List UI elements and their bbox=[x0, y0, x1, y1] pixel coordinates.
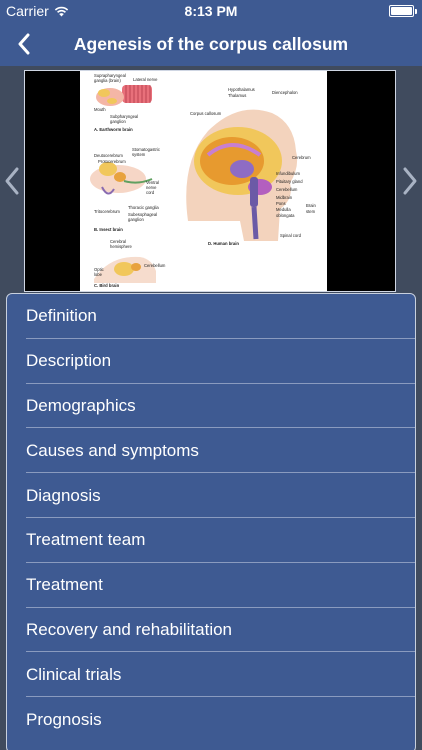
figure-label: Midbrain bbox=[276, 195, 293, 200]
figure-label: Spinal cord bbox=[280, 233, 302, 238]
figure-label: Diencephalon bbox=[272, 90, 298, 95]
image-carousel[interactable]: Suprapharyngeal ganglia (brain) Lateral … bbox=[24, 70, 396, 292]
figure-caption: A. Earthworm brain bbox=[94, 127, 133, 132]
menu-item-label: Treatment team bbox=[26, 530, 146, 550]
menu-item-label: Treatment bbox=[26, 575, 103, 595]
figure-caption: C. Bird brain bbox=[94, 283, 120, 288]
menu-item-recovery-and-rehabilitation[interactable]: Recovery and rehabilitation bbox=[7, 608, 415, 653]
menu-item-clinical-trials[interactable]: Clinical trials bbox=[7, 652, 415, 697]
carousel-next-button[interactable] bbox=[400, 166, 420, 196]
content-area: Suprapharyngeal ganglia (brain) Lateral … bbox=[0, 66, 422, 750]
menu-item-label: Clinical trials bbox=[26, 664, 122, 684]
figure-label: Brain bbox=[306, 203, 316, 208]
menu-item-diagnosis[interactable]: Diagnosis bbox=[7, 473, 415, 518]
menu-item-prognosis[interactable]: Prognosis bbox=[7, 697, 415, 742]
carousel-prev-button[interactable] bbox=[2, 166, 22, 196]
menu-item-treatment[interactable]: Treatment bbox=[7, 563, 415, 608]
figure-label: Hypothalamus bbox=[228, 87, 255, 92]
figure-label: Lateral nerve bbox=[133, 77, 158, 82]
earthworm-brain-panel: Suprapharyngeal ganglia (brain) Lateral … bbox=[94, 73, 158, 132]
figure-label: Thoracic ganglia bbox=[128, 205, 159, 210]
menu-item-label: Demographics bbox=[26, 395, 136, 415]
menu-item-label: Diagnosis bbox=[26, 485, 101, 505]
brain-diagram: Suprapharyngeal ganglia (brain) Lateral … bbox=[90, 73, 316, 288]
figure-label: Thalamus bbox=[228, 93, 246, 98]
figure-caption: B. Insect brain bbox=[94, 227, 123, 232]
battery-fill bbox=[391, 7, 412, 15]
menu-item-treatment-team[interactable]: Treatment team bbox=[7, 518, 415, 563]
figure-label: ganglia (brain) bbox=[94, 78, 121, 83]
figure-label: Mouth bbox=[94, 107, 106, 112]
figure-label: Cerebellum bbox=[144, 263, 166, 268]
menu-item-label: Recovery and rehabilitation bbox=[26, 619, 233, 639]
menu-item-description[interactable]: Description bbox=[7, 339, 415, 384]
topic-menu: Definition Description Demographics Caus… bbox=[6, 293, 416, 750]
chevron-left-icon bbox=[18, 33, 30, 55]
figure-label: Protocerebrum bbox=[98, 159, 126, 164]
figure-label: Pons bbox=[276, 201, 286, 206]
menu-item-demographics[interactable]: Demographics bbox=[7, 384, 415, 429]
navigation-bar: Agenesis of the corpus callosum bbox=[0, 22, 422, 66]
menu-item-definition[interactable]: Definition bbox=[7, 294, 415, 339]
menu-item-label: Prognosis bbox=[26, 709, 102, 729]
menu-item-causes-and-symptoms[interactable]: Causes and symptoms bbox=[7, 428, 415, 473]
figure-label: stem bbox=[306, 209, 316, 214]
figure-label: Cerebellum bbox=[276, 187, 298, 192]
figure-label: Pituitary gland bbox=[276, 179, 303, 184]
figure-label: hemisphere bbox=[110, 244, 133, 249]
figure-label: Corpus callosum bbox=[190, 111, 222, 116]
figure-label: Tritocerebrum bbox=[94, 209, 120, 214]
figure-label: ganglion bbox=[110, 119, 127, 124]
figure-label: lobe bbox=[94, 272, 103, 277]
status-bar: Carrier 8:13 PM bbox=[0, 0, 422, 22]
figure-label: Medulla bbox=[276, 207, 291, 212]
figure-caption: D. Human brain bbox=[208, 241, 239, 246]
figure-label: Cerebrum bbox=[292, 155, 311, 160]
battery-icon bbox=[389, 5, 417, 17]
menu-item-label: Description bbox=[26, 351, 112, 371]
insect-brain-panel: Deutocerebrum Protocerebrum Stomatogastr… bbox=[90, 147, 160, 232]
brain-comparison-figure: Suprapharyngeal ganglia (brain) Lateral … bbox=[80, 71, 327, 291]
bird-brain-panel: Cerebral hemisphere Cerebellum Optic lob… bbox=[94, 239, 166, 288]
status-time: 8:13 PM bbox=[184, 3, 238, 19]
menu-item-label: Definition bbox=[26, 306, 97, 326]
page-title: Agenesis of the corpus callosum bbox=[73, 34, 349, 54]
figure-label: system bbox=[132, 152, 146, 157]
human-brain-panel: Hypothalamus Thalamus Diencephalon Corpu… bbox=[186, 87, 316, 246]
figure-label: Infundibulum bbox=[276, 171, 300, 176]
figure-label: ganglion bbox=[128, 217, 145, 222]
menu-item-label: Causes and symptoms bbox=[26, 440, 199, 460]
figure-label: oblongata bbox=[276, 213, 295, 218]
figure-label: Deutocerebrum bbox=[94, 153, 123, 158]
back-button[interactable] bbox=[6, 26, 42, 62]
figure-label: cord bbox=[146, 190, 155, 195]
